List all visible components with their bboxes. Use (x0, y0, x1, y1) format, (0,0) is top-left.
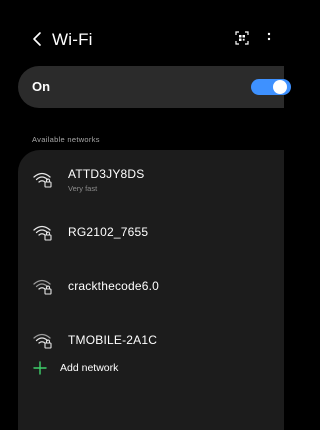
network-item[interactable]: TMOBILE-2A1C (18, 316, 284, 360)
qr-scan-icon (235, 31, 249, 45)
network-status: Very fast (68, 184, 98, 193)
add-network-button[interactable]: Add network (18, 356, 284, 386)
wifi-lock-icon (33, 225, 52, 241)
plus-icon (33, 361, 47, 375)
network-item[interactable]: crackthecode6.0 (18, 262, 284, 306)
wifi-lock-icon (33, 333, 52, 349)
qr-scan-button[interactable] (232, 28, 252, 48)
more-options-button[interactable] (262, 28, 276, 48)
more-vertical-icon (267, 32, 271, 41)
wifi-toggle-row[interactable]: On (18, 66, 291, 108)
network-name: RG2102_7655 (68, 225, 149, 239)
network-item[interactable]: RG2102_7655 (18, 208, 284, 252)
network-name: ATTD3JY8DS (68, 167, 145, 181)
add-network-label: Add network (60, 362, 119, 374)
app-bar: Wi-Fi (0, 22, 276, 56)
wifi-lock-icon (33, 279, 52, 295)
toggle-knob (273, 80, 287, 94)
wifi-lock-icon (33, 172, 52, 188)
network-name: crackthecode6.0 (68, 279, 160, 293)
wifi-settings-screen: Wi-Fi On Available networks ATTD3JY8DS V… (0, 0, 291, 430)
network-item[interactable]: ATTD3JY8DS Very fast (18, 158, 284, 202)
available-networks-header: Available networks (32, 135, 100, 144)
wifi-toggle-switch[interactable] (251, 79, 291, 95)
page-title: Wi-Fi (52, 30, 93, 49)
back-button[interactable] (26, 28, 48, 50)
network-name: TMOBILE-2A1C (68, 333, 158, 347)
networks-list: ATTD3JY8DS Very fast RG2102_7655 crackth… (18, 150, 284, 430)
chevron-left-icon (33, 32, 41, 46)
toggle-label: On (32, 79, 51, 94)
